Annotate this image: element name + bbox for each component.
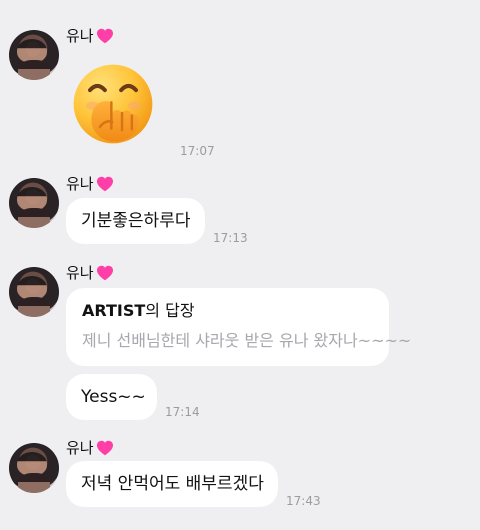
sender-name: 유나 (66, 27, 94, 45)
message-bubble[interactable]: Yess~~ (66, 374, 157, 420)
message-text: 기분좋은하루다 (81, 211, 191, 231)
reply-title-suffix: 의 답장 (145, 301, 195, 320)
message-bubble[interactable]: 기분좋은하루다 (66, 198, 205, 244)
quoted-message: 제니 선배님한테 샤라웃 받은 유나 왔자나~~~~ (82, 331, 412, 350)
emoji-face-icon (73, 64, 153, 144)
heart-icon (96, 440, 113, 456)
message-time: 17:07 (180, 144, 215, 158)
sender-name-row: 유나 (66, 439, 114, 457)
sender-name-row: 유나 (66, 264, 114, 282)
avatar[interactable] (9, 267, 59, 317)
avatar[interactable] (9, 443, 59, 493)
heart-icon (96, 176, 113, 192)
message-time: 17:13 (213, 231, 248, 245)
reply-card[interactable]: ARTIST의 답장 제니 선배님한테 샤라웃 받은 유나 왔자나~~~~ (66, 288, 411, 366)
reply-artist-label: ARTIST (82, 301, 146, 320)
sender-name: 유나 (66, 439, 94, 457)
avatar[interactable] (9, 178, 59, 228)
heart-icon (96, 28, 113, 44)
sender-name-row: 유나 (66, 175, 114, 193)
sender-name: 유나 (66, 264, 94, 282)
avatar[interactable] (9, 30, 59, 80)
sender-name: 유나 (66, 175, 94, 193)
message-time: 17:14 (165, 405, 200, 419)
sender-name-row: 유나 (66, 27, 114, 45)
message-bubble[interactable]: 저녁 안먹어도 배부르겠다 (66, 461, 278, 507)
message-time: 17:43 (286, 494, 321, 508)
message-text: 저녁 안먹어도 배부르겠다 (81, 474, 264, 494)
message-text: Yess~~ (81, 387, 146, 407)
reply-title: ARTIST의 답장 (82, 301, 195, 321)
heart-icon (96, 265, 113, 281)
